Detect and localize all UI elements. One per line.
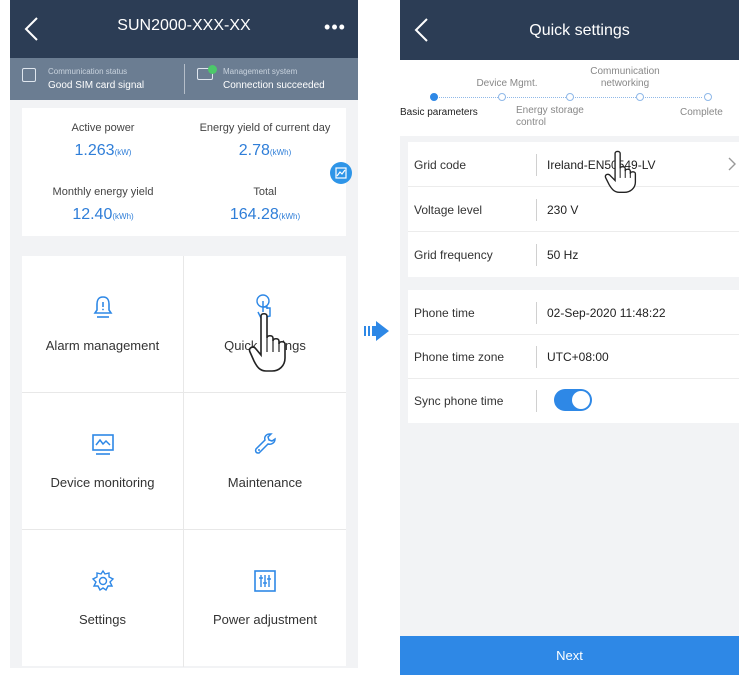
- energy-summary-card: Active power 1.263(kW) Energy yield of c…: [22, 108, 352, 236]
- monthly-yield-value: 12.40(kWh): [72, 206, 134, 223]
- daily-yield: Energy yield of current day 2.78(kWh): [184, 108, 346, 172]
- trend-chart-button[interactable]: [330, 162, 352, 184]
- step-energy-storage-control[interactable]: Energy storage control: [516, 105, 596, 129]
- function-grid: Alarm management Quick settings Device m…: [22, 256, 346, 667]
- sync-time-toggle[interactable]: [554, 389, 592, 411]
- tile-device-monitoring-label: Device monitoring: [50, 475, 155, 490]
- wrench-icon: [250, 429, 280, 459]
- next-button[interactable]: Next: [400, 636, 739, 675]
- voltage-level-label: Voltage level: [414, 203, 483, 217]
- voltage-level-value: 230 V: [547, 203, 579, 217]
- sync-time-row: Sync phone time: [408, 378, 739, 423]
- step-dot-energy-storage[interactable]: [566, 93, 574, 101]
- tile-settings-label: Settings: [79, 612, 126, 627]
- step-complete[interactable]: Complete: [680, 107, 739, 119]
- active-power: Active power 1.263(kW): [22, 108, 184, 172]
- step-communication-networking[interactable]: Communication networking: [570, 66, 680, 90]
- tile-settings[interactable]: Settings: [22, 530, 184, 667]
- bell-icon: [88, 292, 118, 322]
- grid-code-label: Grid code: [414, 158, 467, 172]
- sliders-icon: [250, 566, 280, 596]
- more-dots-icon: •••: [324, 17, 346, 37]
- quick-settings-screen: Quick settings Device Mgmt. Communicatio…: [400, 0, 739, 675]
- setup-stepper: Device Mgmt. Communication networking Ba…: [400, 60, 739, 136]
- grid-frequency-row[interactable]: Grid frequency 50 Hz: [408, 232, 739, 277]
- monthly-yield-label: Monthly energy yield: [52, 186, 154, 198]
- grid-frequency-label: Grid frequency: [414, 248, 493, 262]
- time-settings-group: Phone time 02-Sep-2020 11:48:22 Phone ti…: [408, 290, 739, 423]
- row-divider: [536, 244, 537, 266]
- time-zone-row[interactable]: Phone time zone UTC+08:00: [408, 334, 739, 379]
- device-title: SUN2000-XXX-XX: [117, 17, 251, 34]
- row-divider: [536, 154, 537, 176]
- row-divider: [536, 346, 537, 368]
- management-system-value: Connection succeeded: [223, 80, 325, 91]
- app-home-screen: SUN2000-XXX-XX ••• Communication status …: [10, 0, 358, 668]
- trend-chart-icon: [335, 167, 347, 179]
- quick-settings-header: Quick settings: [400, 0, 739, 60]
- step-dot-basic-parameters[interactable]: [430, 93, 438, 101]
- chevron-left-icon: [414, 18, 428, 42]
- touch-icon: [250, 292, 280, 322]
- row-divider: [536, 390, 537, 412]
- communication-status-caption: Communication status: [48, 67, 128, 76]
- communication-status-value: Good SIM card signal: [48, 80, 145, 91]
- back-button[interactable]: [410, 15, 434, 45]
- tile-quick-settings-label: Quick settings: [224, 338, 306, 353]
- tile-device-monitoring[interactable]: Device monitoring: [22, 393, 184, 530]
- phone-time-label: Phone time: [414, 306, 475, 320]
- communication-status: Communication status Good SIM card signa…: [10, 58, 184, 100]
- grid-code-row[interactable]: Grid code Ireland-EN50549-LV: [408, 142, 739, 187]
- page-title: Quick settings: [529, 22, 630, 39]
- sync-time-label: Sync phone time: [414, 394, 504, 408]
- gear-icon: [88, 566, 118, 596]
- server-check-icon: [197, 65, 217, 80]
- flow-arrow-icon: [364, 321, 389, 341]
- time-zone-label: Phone time zone: [414, 350, 505, 364]
- grid-frequency-value: 50 Hz: [547, 248, 579, 262]
- daily-yield-label: Energy yield of current day: [199, 122, 331, 134]
- voltage-level-row[interactable]: Voltage level 230 V: [408, 187, 739, 232]
- step-dot-complete[interactable]: [704, 93, 712, 101]
- tile-power-adjustment[interactable]: Power adjustment: [184, 530, 346, 667]
- tile-alarm-management-label: Alarm management: [45, 338, 160, 353]
- tile-quick-settings[interactable]: Quick settings: [184, 256, 346, 393]
- more-button[interactable]: •••: [322, 14, 348, 40]
- tile-maintenance[interactable]: Maintenance: [184, 393, 346, 530]
- step-device-mgmt[interactable]: Device Mgmt.: [462, 78, 552, 90]
- toggle-knob: [572, 391, 590, 409]
- home-header: SUN2000-XXX-XX •••: [10, 0, 358, 58]
- row-divider: [536, 199, 537, 221]
- step-dot-device-mgmt[interactable]: [498, 93, 506, 101]
- total-yield-value: 164.28(kWh): [229, 206, 301, 223]
- monthly-yield: Monthly energy yield 12.40(kWh): [22, 172, 184, 236]
- active-power-value: 1.263(kW): [74, 142, 132, 159]
- management-system-caption: Management system: [223, 67, 298, 76]
- management-system-status: Management system Connection succeeded: [184, 64, 358, 94]
- time-zone-value: UTC+08:00: [547, 350, 609, 364]
- back-button[interactable]: [20, 14, 44, 44]
- total-yield: Total 164.28(kWh): [184, 172, 346, 236]
- active-power-label: Active power: [71, 122, 135, 134]
- phone-time-value: 02-Sep-2020 11:48:22: [547, 306, 666, 320]
- status-bar: Communication status Good SIM card signa…: [10, 58, 358, 100]
- total-yield-label: Total: [253, 186, 277, 198]
- row-divider: [536, 302, 537, 324]
- step-basic-parameters[interactable]: Basic parameters: [400, 107, 500, 119]
- phone-time-row[interactable]: Phone time 02-Sep-2020 11:48:22: [408, 290, 739, 335]
- chevron-left-icon: [24, 17, 38, 41]
- monitor-icon: [88, 429, 118, 459]
- tile-maintenance-label: Maintenance: [227, 475, 303, 490]
- step-dot-communication[interactable]: [636, 93, 644, 101]
- tile-alarm-management[interactable]: Alarm management: [22, 256, 184, 393]
- sim-card-icon: [22, 68, 36, 82]
- grid-settings-group: Grid code Ireland-EN50549-LV Voltage lev…: [408, 142, 739, 277]
- grid-code-value: Ireland-EN50549-LV: [547, 158, 656, 172]
- tile-power-adjustment-label: Power adjustment: [212, 612, 318, 627]
- daily-yield-value: 2.78(kWh): [238, 142, 292, 159]
- chevron-right-icon: [728, 157, 736, 171]
